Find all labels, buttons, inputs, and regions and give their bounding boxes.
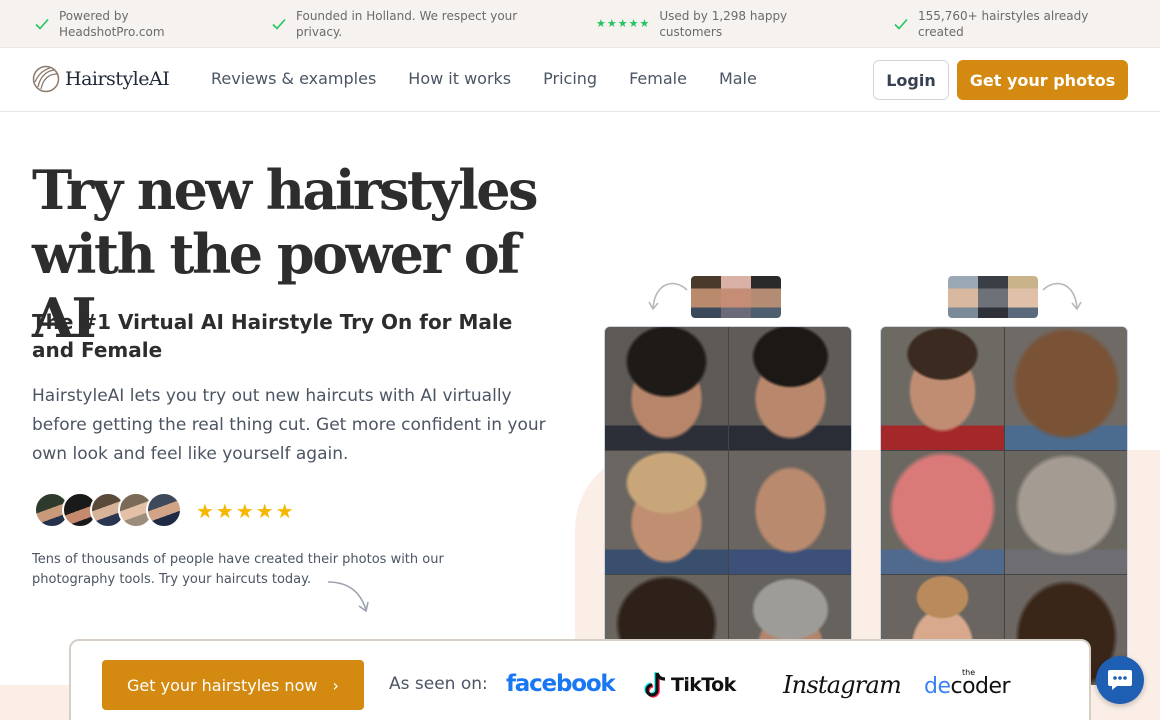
chat-bubble-icon — [1108, 670, 1132, 690]
as-seen-on-label: As seen on: — [389, 674, 488, 694]
check-icon — [272, 18, 286, 30]
thumbnail-image — [1008, 276, 1038, 318]
trust-item-label: 155,760+ hairstyles already created — [918, 9, 1089, 39]
trust-item-privacy: Founded in Holland. We respect your priv… — [271, 8, 541, 40]
get-photos-button[interactable]: Get your photos — [957, 60, 1128, 100]
chat-button[interactable] — [1096, 656, 1144, 704]
check-icon — [894, 18, 908, 30]
tiktok-icon — [644, 672, 666, 698]
trust-item-hairstyles-created: 155,760+ hairstyles already created — [893, 8, 1123, 40]
female-hairstyles-gallery — [880, 326, 1128, 686]
thumbnail-image — [691, 276, 721, 318]
logo-text: HairstyleAI — [65, 68, 170, 90]
tiktok-wordmark: TikTok — [671, 674, 736, 696]
curved-arrow-left-icon — [648, 282, 688, 311]
decoder-wordmark-part: de — [924, 674, 951, 699]
male-hairstyle-photo — [605, 327, 728, 450]
curved-arrow-icon — [327, 581, 369, 613]
thumbnail-image — [721, 276, 751, 318]
trust-item-customers: ★★★★★ Used by 1,298 happy customers — [596, 8, 826, 40]
hero-title-line1: Try new hairstyles — [32, 158, 539, 222]
decoder-wordmark: decoder — [924, 674, 1011, 699]
star-rating-icon: ★★★★★ — [596, 17, 651, 30]
male-hairstyle-photo — [729, 327, 851, 450]
social-proof-note: Tens of thousands of people have created… — [32, 552, 444, 587]
curved-arrow-right-icon — [1042, 282, 1082, 311]
thumbnail-image — [751, 276, 781, 318]
logo-icon — [32, 65, 60, 93]
trust-item-label: Founded in Holland. We respect your priv… — [296, 9, 518, 39]
nav-link-pricing[interactable]: Pricing — [543, 69, 597, 88]
login-button[interactable]: Login — [873, 60, 949, 100]
chevron-right-icon: › — [332, 675, 339, 695]
check-icon — [35, 18, 49, 30]
rating-stars-icon: ★★★★★ — [196, 499, 296, 523]
nav-link-male[interactable]: Male — [719, 69, 757, 88]
trust-item-label: Powered by HeadshotPro.com — [59, 9, 165, 39]
male-hairstyles-gallery — [604, 326, 852, 686]
tiktok-logo: TikTok — [644, 671, 736, 699]
male-hairstyle-photo — [605, 451, 728, 574]
main-navigation: HairstyleAI Reviews & examples How it wo… — [0, 48, 1160, 112]
trust-bar: Powered by HeadshotPro.com Founded in Ho… — [0, 0, 1160, 48]
logo[interactable]: HairstyleAI — [32, 65, 170, 93]
male-source-thumbnails — [691, 276, 781, 318]
trust-item-label: Used by 1,298 happy customers — [659, 9, 788, 39]
female-hairstyle-photo — [881, 451, 1004, 574]
get-hairstyles-label: Get your hairstyles now — [127, 675, 318, 695]
nav-link-reviews[interactable]: Reviews & examples — [211, 69, 376, 88]
female-hairstyle-photo — [881, 327, 1004, 450]
thumbnail-image — [978, 276, 1008, 318]
instagram-logo: Instagram — [783, 671, 902, 699]
customer-avatars — [34, 492, 182, 528]
male-hairstyle-photo — [729, 451, 851, 574]
hero-description: HairstyleAI lets you try out new haircut… — [32, 386, 546, 464]
get-hairstyles-button[interactable]: Get your hairstyles now › — [102, 660, 364, 710]
facebook-logo: facebook — [506, 671, 616, 697]
decoder-wordmark-part: coder — [950, 674, 1011, 699]
nav-link-female[interactable]: Female — [629, 69, 687, 88]
nav-link-how-it-works[interactable]: How it works — [408, 69, 511, 88]
female-hairstyle-photo — [1005, 451, 1127, 574]
avatar — [146, 492, 182, 528]
trust-item-powered-by: Powered by HeadshotPro.com — [34, 8, 234, 40]
hero-subtitle: The #1 Virtual AI Hairstyle Try On for M… — [32, 310, 513, 362]
nav-links: Reviews & examples How it works Pricing … — [211, 69, 757, 88]
female-hairstyle-photo — [1005, 327, 1127, 450]
thumbnail-image — [948, 276, 978, 318]
female-source-thumbnails — [948, 276, 1038, 318]
